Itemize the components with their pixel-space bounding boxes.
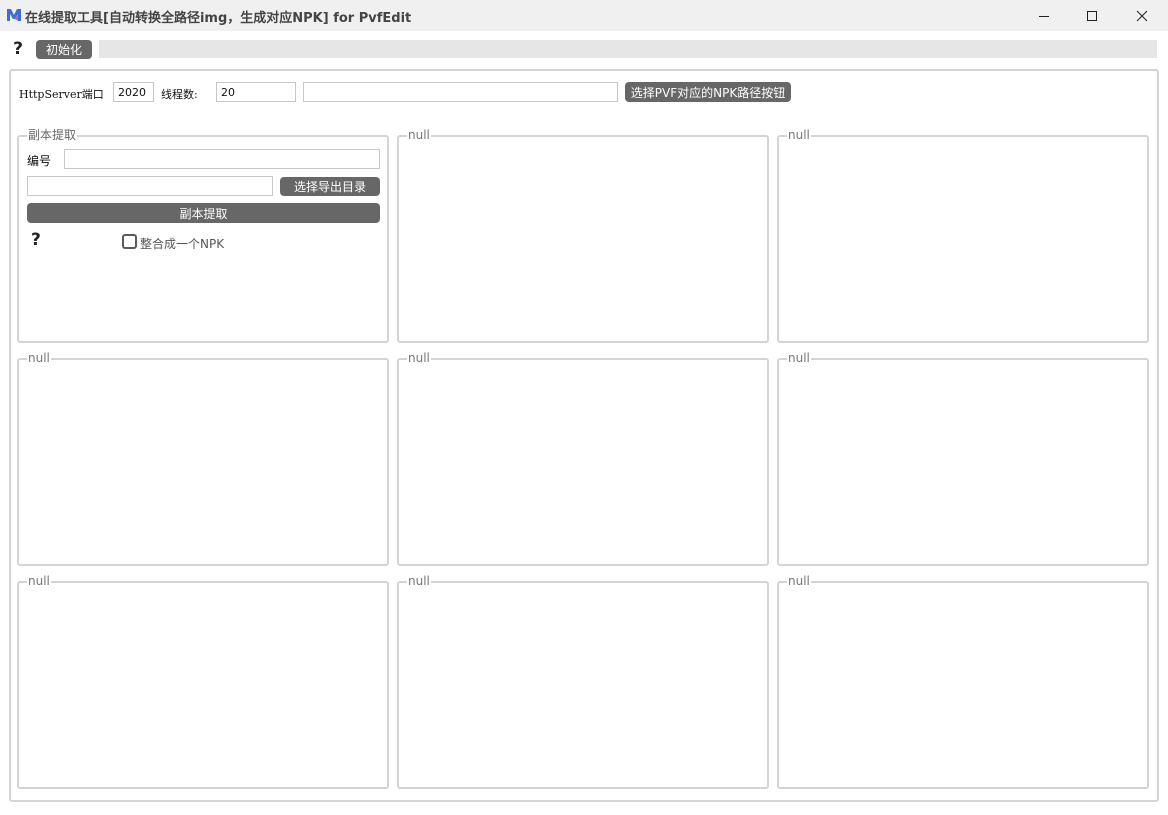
select-npk-path-button[interactable]: 选择PVF对应的NPK路径按钮 [625,82,791,102]
select-export-dir-button[interactable]: 选择导出目录 [280,177,380,196]
close-button[interactable] [1118,0,1166,31]
null-panel: null [397,574,769,789]
panel-title: null [407,351,431,365]
null-panel: null [777,351,1149,566]
maximize-icon [1087,10,1097,21]
export-dir-input[interactable] [27,176,273,196]
window-title: 在线提取工具[自动转换全路径img，生成对应NPK] for PvfEdit [25,11,412,26]
npk-path-input[interactable] [303,82,618,102]
minimize-icon [1039,15,1049,17]
null-panel: null [17,351,389,566]
progress-bar [99,40,1157,58]
minimize-button[interactable] [1020,0,1068,31]
null-panel: null [397,128,769,343]
port-label: HttpServer端口 [19,88,104,101]
extract-group-title: 副本提取 [27,128,78,142]
null-panel: null [777,574,1149,789]
null-panel: null [17,574,389,789]
panel-title: null [787,574,811,588]
extract-button[interactable]: 副本提取 [27,203,380,223]
panel-title: null [27,351,51,365]
threads-input[interactable]: 20 [216,82,296,102]
panel-title: null [27,574,51,588]
panel-title: null [787,351,811,365]
null-panel: null [777,128,1149,343]
app-logo-m-icon [7,9,21,21]
id-label: 编号 [27,154,52,168]
threads-label: 线程数: [161,88,198,101]
merge-npk-checkbox[interactable] [122,234,137,249]
null-panel: null [397,351,769,566]
maximize-button[interactable] [1068,0,1116,31]
id-input[interactable] [64,149,380,169]
merge-npk-label: 整合成一个NPK [140,237,225,251]
panel-title: null [787,128,811,142]
panel-title: null [407,128,431,142]
window-titlebar: 在线提取工具[自动转换全路径img，生成对应NPK] for PvfEdit [0,0,1168,31]
help-icon[interactable]: ? [11,39,25,59]
help-icon[interactable]: ? [31,230,41,250]
panel-title: null [407,574,431,588]
close-icon [1136,10,1148,21]
init-button[interactable]: 初始化 [36,40,92,59]
port-input[interactable]: 2020 [113,82,154,102]
